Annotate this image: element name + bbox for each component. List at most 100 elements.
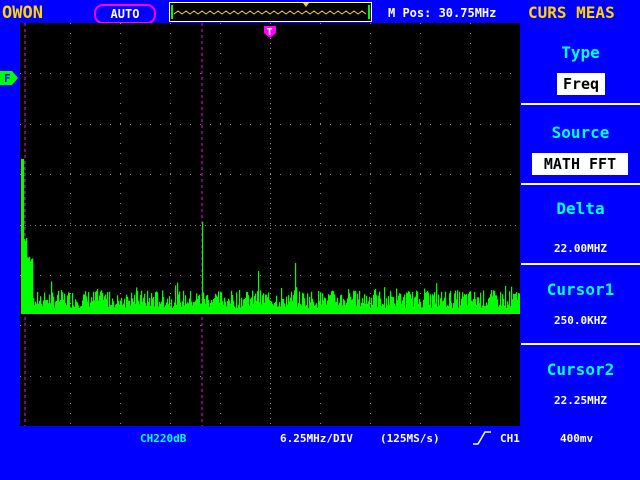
grid-dot	[380, 376, 381, 377]
grid-dot	[420, 263, 421, 264]
grid-dot	[270, 163, 271, 164]
grid-dot	[170, 283, 171, 284]
grid-dot	[320, 193, 321, 194]
menu-item-cursor2[interactable]: Cursor2 22.25MHZ	[521, 343, 640, 426]
grid-dot	[370, 124, 371, 125]
grid-dot	[210, 174, 211, 175]
grid-dot	[70, 275, 71, 276]
grid-dot	[370, 383, 371, 384]
grid-dot	[80, 174, 81, 175]
grid-dot	[500, 325, 501, 326]
grid-dot	[220, 143, 221, 144]
grid-dot	[270, 268, 271, 269]
grid-dot	[470, 33, 471, 34]
grid-dot	[180, 174, 181, 175]
grid-dot	[270, 203, 271, 204]
grid-dot	[370, 283, 371, 284]
grid-dot	[170, 393, 171, 394]
grid-dot	[470, 233, 471, 234]
grid-dot	[450, 325, 451, 326]
grid-dot	[170, 123, 171, 124]
grid-dot	[75, 225, 76, 226]
grid-dot	[220, 423, 221, 424]
grid-dot	[40, 124, 41, 125]
grid-dot	[420, 124, 421, 125]
grid-dot	[320, 283, 321, 284]
menu-item-cursor1[interactable]: Cursor1 250.0KHZ	[521, 263, 640, 343]
menu-item-source[interactable]: Source MATH FFT	[521, 103, 640, 183]
grid-dot	[90, 73, 91, 74]
grid-dot	[270, 263, 271, 264]
grid-dot	[220, 53, 221, 54]
grid-dot	[80, 225, 81, 226]
menu-item-delta-value: 22.00MHZ	[554, 242, 607, 255]
grid-dot	[420, 393, 421, 394]
menu-item-type[interactable]: Type Freq	[521, 23, 640, 103]
grid-dot	[320, 43, 321, 44]
grid-dot	[485, 225, 486, 226]
grid-dot	[220, 33, 221, 34]
grid-dot	[320, 323, 321, 324]
grid-dot	[420, 163, 421, 164]
grid-dot	[340, 174, 341, 175]
grid-dot	[370, 163, 371, 164]
grid-dot	[410, 124, 411, 125]
menu-item-source-label: Source	[551, 123, 610, 142]
grid-dot	[270, 173, 271, 174]
grid-dot	[460, 73, 461, 74]
grid-dot	[220, 343, 221, 344]
grid-dot	[200, 225, 201, 226]
menu-item-type-value: Freq	[557, 73, 605, 95]
grid-dot	[400, 225, 401, 226]
grid-dot	[350, 325, 351, 326]
grid-dot	[70, 113, 71, 114]
grid-dot	[440, 225, 441, 226]
grid-dot	[320, 373, 321, 374]
grid-dot	[360, 124, 361, 125]
grid-dot	[120, 213, 121, 214]
grid-dot	[370, 123, 371, 124]
grid-dot	[220, 163, 221, 164]
grid-dot	[140, 124, 141, 125]
grid-dot	[50, 225, 51, 226]
menu-item-cursor2-label: Cursor2	[546, 360, 615, 379]
waveform-display[interactable]: T	[20, 23, 520, 426]
grid-dot	[320, 343, 321, 344]
grid-dot	[320, 376, 321, 377]
grid-dot	[125, 225, 126, 226]
grid-dot	[420, 273, 421, 274]
grid-dot	[320, 143, 321, 144]
grid-dot	[25, 225, 26, 226]
grid-dot	[270, 348, 271, 349]
grid-dot	[455, 225, 456, 226]
grid-dot	[490, 325, 491, 326]
brand-logo: OWON	[2, 3, 43, 23]
grid-dot	[480, 225, 481, 226]
grid-dot	[470, 275, 471, 276]
grid-dot	[470, 203, 471, 204]
grid-dot	[240, 376, 241, 377]
grid-dot	[150, 376, 151, 377]
grid-dot	[70, 323, 71, 324]
grid-dot	[320, 333, 321, 334]
grid-dot	[115, 225, 116, 226]
grid-dot	[270, 233, 271, 234]
grid-dot	[470, 23, 471, 24]
grid-dot	[320, 413, 321, 414]
grid-dot	[370, 33, 371, 34]
grid-dot	[490, 225, 491, 226]
menu-item-cursor1-label: Cursor1	[546, 280, 615, 299]
grid-dot	[220, 283, 221, 284]
grid-dot	[260, 376, 261, 377]
timebase-readout: 6.25MHz/DIV	[280, 432, 353, 445]
grid-dot	[140, 275, 141, 276]
menu-item-delta[interactable]: Delta 22.00MHZ	[521, 183, 640, 263]
grid-dot	[180, 73, 181, 74]
grid-dot	[290, 174, 291, 175]
grid-dot	[160, 325, 161, 326]
grid-dot	[120, 376, 121, 377]
grid-dot	[170, 83, 171, 84]
grid-dot	[70, 393, 71, 394]
grid-dot	[50, 325, 51, 326]
grid-dot	[330, 225, 331, 226]
